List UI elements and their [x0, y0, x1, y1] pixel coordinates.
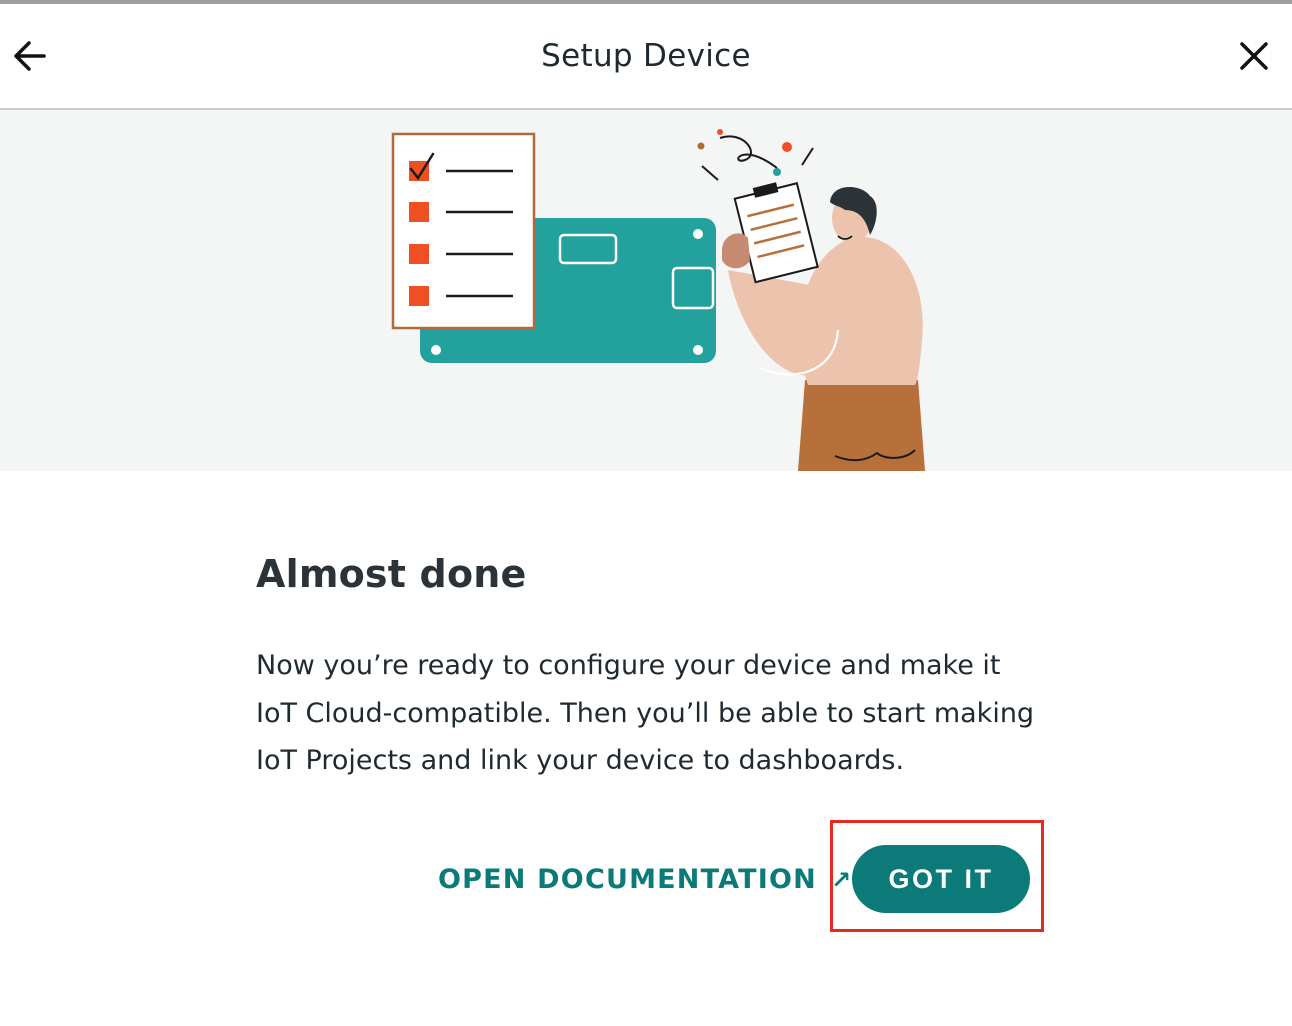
close-button[interactable] [1232, 34, 1276, 78]
device-setup-checklist-illustration [391, 129, 925, 471]
content-section: Almost done Now you’re ready to configur… [256, 552, 1056, 785]
dialog-header: Setup Device [0, 4, 1292, 110]
got-it-button[interactable]: GOT IT [852, 845, 1030, 913]
page-title: Almost done [256, 552, 527, 596]
action-bar: OPEN DOCUMENTATION ↗ GOT IT [0, 820, 1292, 940]
hero-illustration [0, 110, 1292, 471]
open-documentation-label: OPEN DOCUMENTATION [438, 864, 817, 895]
open-documentation-link[interactable]: OPEN DOCUMENTATION ↗ [438, 864, 852, 895]
description-text: Now you’re ready to configure your devic… [256, 650, 1035, 776]
setup-device-page: Setup Device Almost done Now you’re read… [0, 0, 1292, 1026]
close-icon [1240, 42, 1268, 70]
dialog-title: Setup Device [541, 38, 751, 74]
